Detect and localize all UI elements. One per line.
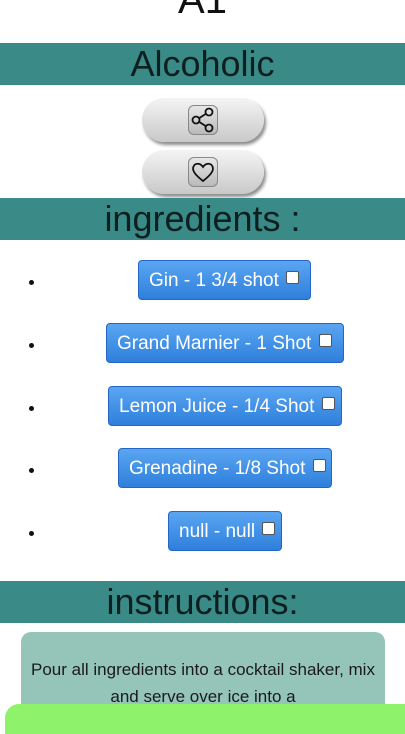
bottom-bar <box>5 704 405 734</box>
list-item: Grand Marnier - 1 Shot <box>0 323 405 367</box>
ingredient-label: null - null <box>179 521 256 542</box>
drink-title: A1 <box>178 0 227 22</box>
bullet <box>29 468 34 473</box>
favorite-button[interactable] <box>142 150 264 194</box>
ingredient-checkbox[interactable] <box>262 522 276 535</box>
ingredient-checkbox[interactable] <box>321 397 335 410</box>
ingredient-checkbox[interactable] <box>312 459 326 472</box>
list-item: Grenadine - 1/8 Shot <box>0 448 405 492</box>
ingredient-label: Lemon Juice - 1/4 Shot <box>119 396 315 417</box>
ingredient-label: Gin - 1 3/4 shot <box>149 270 279 291</box>
ingredient-checkbox[interactable] <box>318 334 332 347</box>
ingredient-button[interactable]: Grand Marnier - 1 Shot <box>106 323 344 363</box>
ingredient-button[interactable]: Gin - 1 3/4 shot <box>138 260 311 300</box>
ingredient-label: Grenadine - 1/8 Shot <box>129 458 306 479</box>
share-button[interactable] <box>142 98 264 142</box>
bullet <box>29 343 34 348</box>
share-icon <box>188 105 218 135</box>
ingredient-button[interactable]: Grenadine - 1/8 Shot <box>118 448 332 488</box>
ingredient-button[interactable]: Lemon Juice - 1/4 Shot <box>108 386 342 426</box>
list-item: null - null <box>0 511 405 555</box>
list-item: Lemon Juice - 1/4 Shot <box>0 386 405 430</box>
ingredients-header: ingredients : <box>0 198 405 240</box>
bullet <box>29 280 34 285</box>
instructions-text: Pour all ingredients into a cocktail sha… <box>31 660 375 706</box>
heart-icon <box>188 157 218 187</box>
bullet <box>29 531 34 536</box>
bullet <box>29 406 34 411</box>
ingredient-checkbox[interactable] <box>286 271 300 284</box>
ingredient-button[interactable]: null - null <box>168 511 282 551</box>
list-item: Gin - 1 3/4 shot <box>0 260 405 304</box>
ingredient-label: Grand Marnier - 1 Shot <box>117 333 312 354</box>
instructions-header: instructions: <box>0 581 405 623</box>
category-header: Alcoholic <box>0 43 405 85</box>
